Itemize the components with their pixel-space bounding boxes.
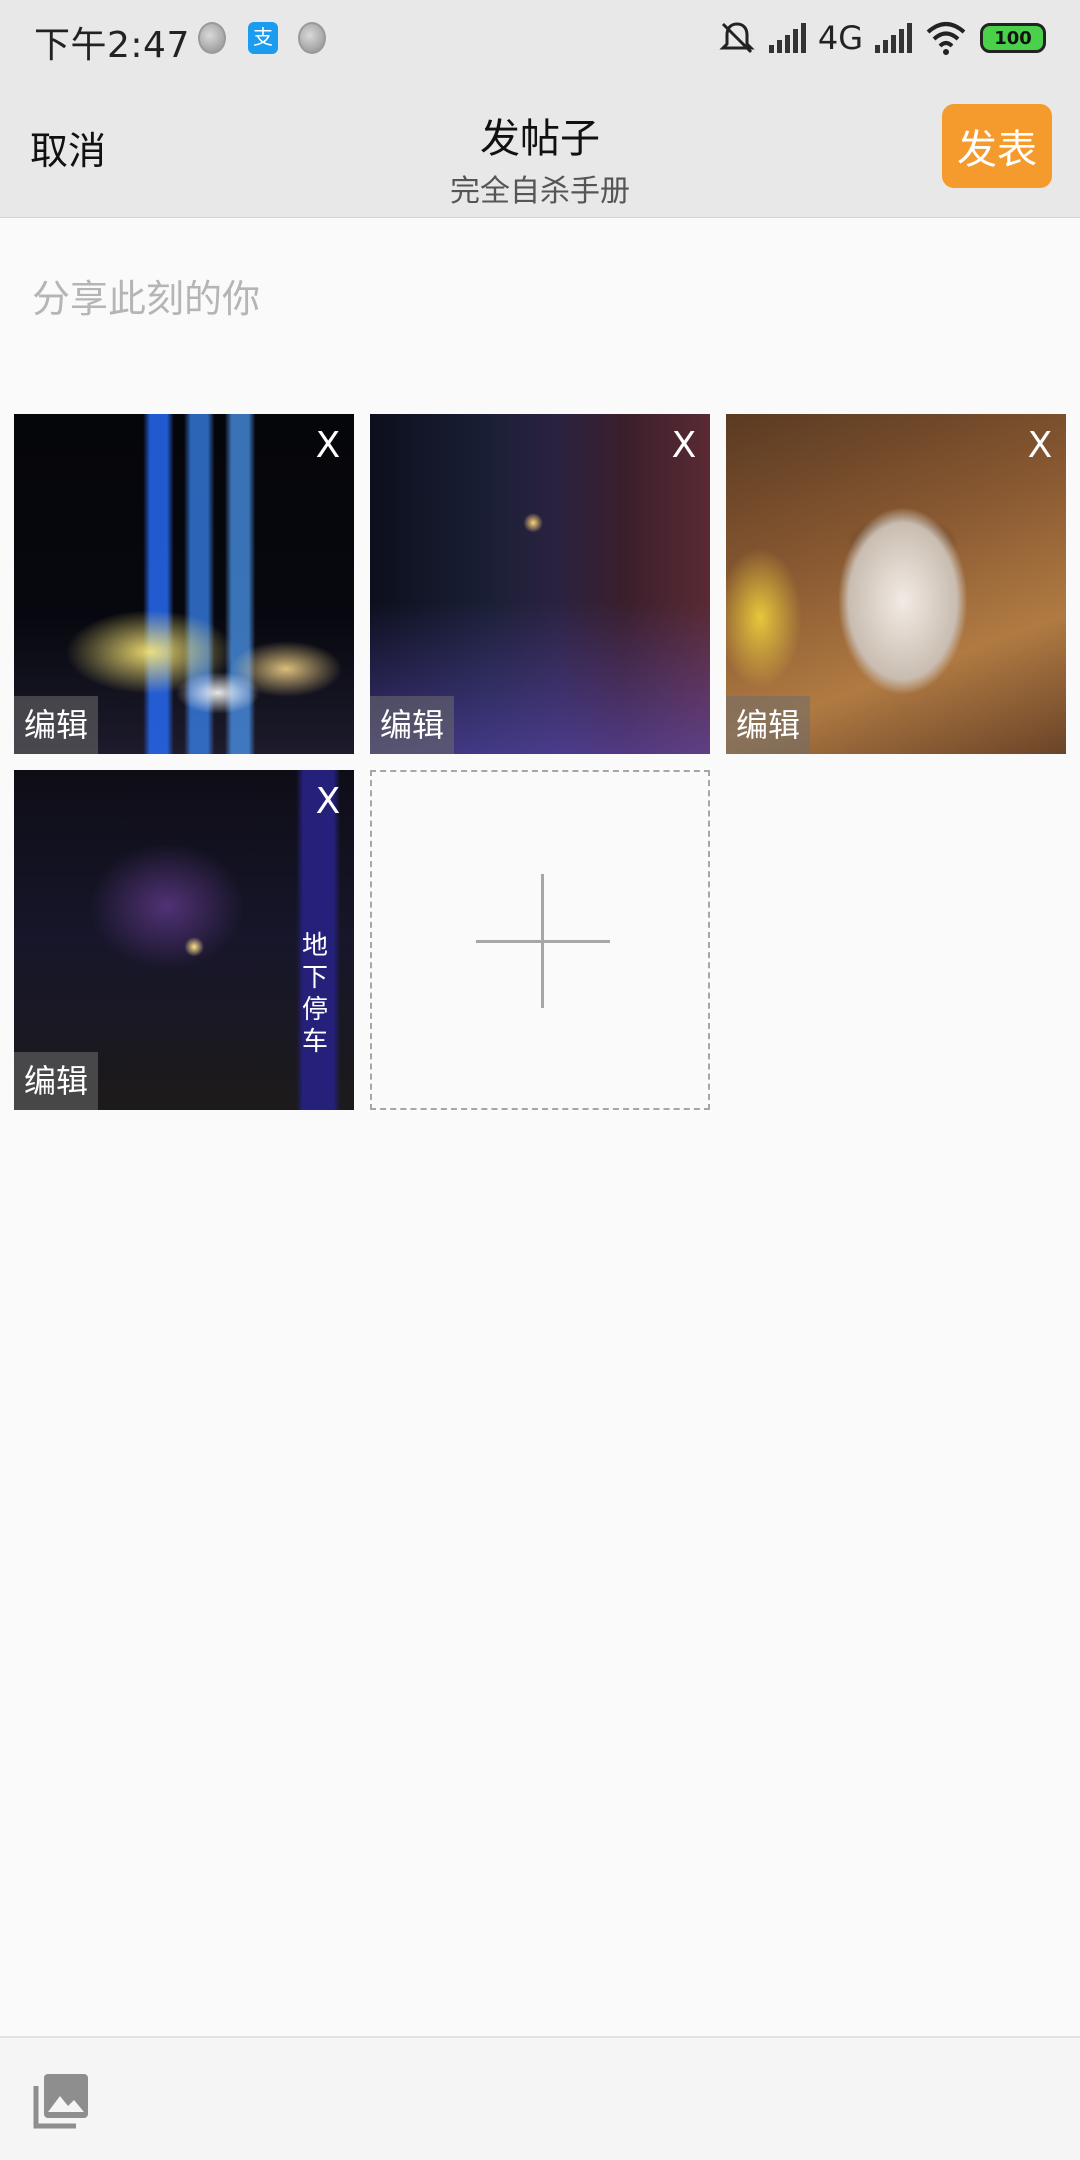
photo-tile[interactable]: 地下停车 X 编辑	[14, 770, 354, 1110]
edit-photo-button[interactable]: 编辑	[726, 696, 811, 754]
network-type: 4G	[817, 19, 863, 57]
page-subtitle: 完全自杀手册	[450, 174, 630, 209]
bottom-toolbar	[0, 2036, 1080, 2160]
photo-grid: X 编辑 X 编辑 X 编辑 地下停车 X 编辑	[14, 414, 1066, 1114]
alipay-icon: 支	[248, 22, 278, 54]
edit-photo-button[interactable]: 编辑	[370, 696, 455, 754]
notification-dot-icon	[198, 22, 226, 54]
publish-button[interactable]: 发表	[942, 104, 1052, 188]
page-title: 发帖子	[480, 116, 600, 162]
signal-icon	[875, 23, 912, 53]
top-bar: 取消 发帖子 完全自杀手册 发表	[0, 76, 1080, 218]
remove-photo-button[interactable]: X	[666, 426, 702, 466]
edit-photo-button[interactable]: 编辑	[14, 696, 99, 754]
photo-tile[interactable]: X 编辑	[726, 414, 1066, 754]
photo-tile[interactable]: X 编辑	[14, 414, 354, 754]
photo-tile[interactable]: X 编辑	[370, 414, 710, 754]
add-photo-button[interactable]	[370, 770, 710, 1110]
status-time: 下午2:47	[34, 25, 190, 66]
remove-photo-button[interactable]: X	[310, 782, 346, 822]
battery-icon: 100	[980, 23, 1046, 53]
gallery-icon[interactable]	[32, 2072, 90, 2130]
plus-icon	[541, 874, 544, 1008]
status-bar: 下午2:47 支 4G 100	[0, 0, 1080, 76]
status-icons: 4G 100	[717, 16, 1046, 60]
signal-icon	[768, 23, 806, 53]
battery-level: 100	[994, 27, 1032, 49]
remove-photo-button[interactable]: X	[310, 426, 346, 466]
remove-photo-button[interactable]: X	[1022, 426, 1058, 466]
post-text-input[interactable]	[30, 270, 1030, 330]
edit-photo-button[interactable]: 编辑	[14, 1052, 99, 1110]
mute-icon	[719, 22, 755, 54]
wifi-icon	[926, 22, 966, 55]
photo-sign-text: 地下停车	[301, 931, 328, 1057]
notification-dot-icon	[298, 22, 326, 54]
